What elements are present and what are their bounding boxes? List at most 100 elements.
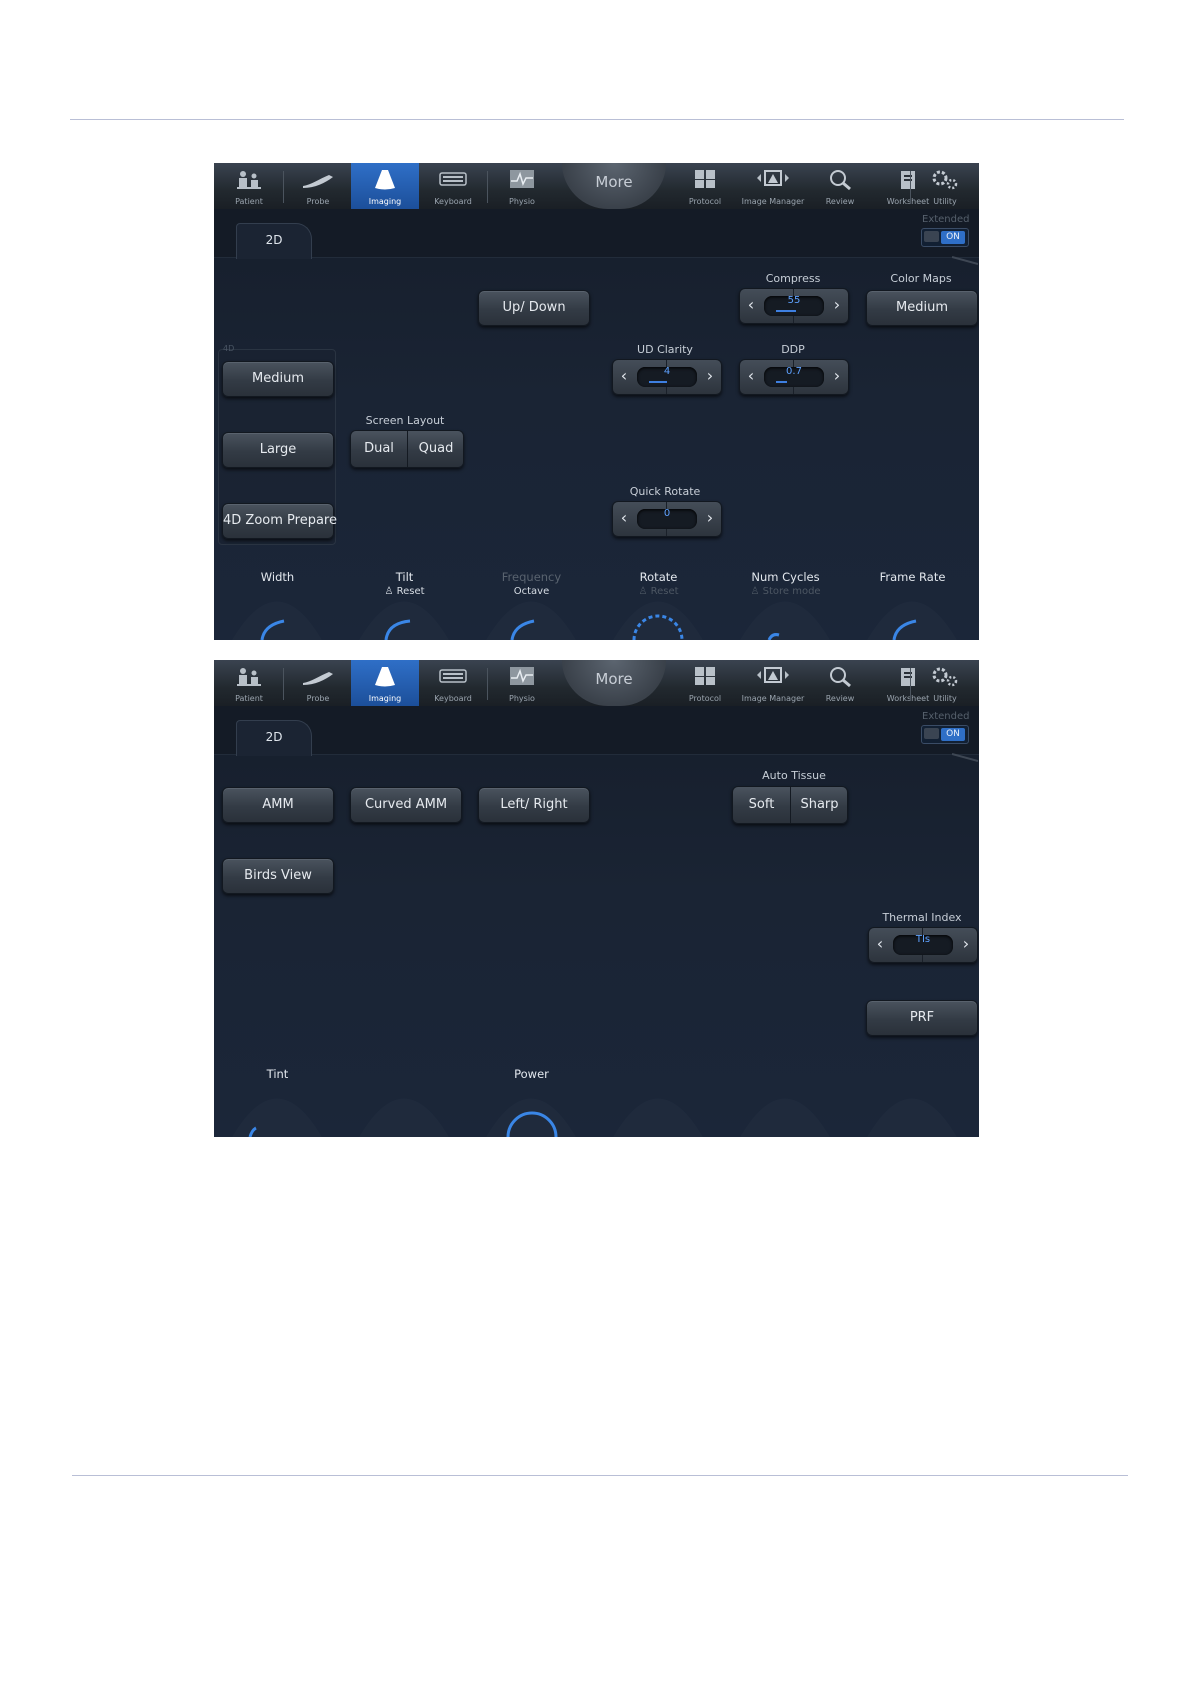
thermal-index-value: TIs [915, 934, 931, 945]
nav-label: Utility [933, 197, 957, 206]
nav-label: Image Manager [741, 694, 805, 703]
review-icon [830, 667, 851, 688]
knob-power-well [486, 1098, 576, 1137]
nav-label: Physio [509, 694, 535, 703]
chevron-left-icon[interactable]: ‹ [871, 928, 889, 962]
physio-icon [510, 170, 534, 188]
more-label: More [595, 173, 633, 191]
more-button[interactable]: More [562, 163, 666, 209]
nav-probe[interactable]: Probe [284, 163, 352, 209]
nav-probe[interactable]: Probe [284, 660, 352, 706]
nav-review[interactable]: Review [806, 163, 874, 209]
nav-label: Probe [306, 694, 330, 703]
nav-patient[interactable]: Patient [215, 660, 283, 706]
toggle-state: ON [941, 231, 965, 244]
color-maps-button[interactable]: Medium [866, 290, 978, 326]
nav-protocol[interactable]: Protocol [671, 163, 739, 209]
prf-button[interactable]: PRF [866, 1000, 978, 1036]
corner-probe-icon [952, 256, 978, 265]
knob-arcs [232, 601, 957, 640]
thermal-index-stepper[interactable]: ‹ TIs › [868, 927, 978, 963]
screen-layout-toggle[interactable]: Dual Quad [350, 430, 464, 468]
knob-2-well [359, 1098, 449, 1137]
quick-rotate-label: Quick Rotate [629, 485, 701, 498]
nav-utility[interactable]: Utility [911, 660, 979, 706]
nav-patient[interactable]: Patient [215, 163, 283, 209]
soft-option[interactable]: Soft [733, 787, 790, 823]
chevron-right-icon[interactable]: › [828, 360, 846, 394]
quick-rotate-stepper[interactable]: ‹ 0 › [612, 501, 722, 537]
chevron-left-icon[interactable]: ‹ [615, 502, 633, 536]
amm-button[interactable]: AMM [222, 787, 334, 823]
nav-label: Keyboard [434, 197, 472, 206]
ddp-stepper[interactable]: ‹ 0.7 › [739, 359, 849, 395]
dual-option[interactable]: Dual [351, 431, 407, 467]
touch-panel-screen-1: Patient Probe Imaging Keyboard Physio Mo… [214, 163, 979, 640]
auto-tissue-label: Auto Tissue [762, 769, 826, 782]
nav-protocol[interactable]: Protocol [671, 660, 739, 706]
color-maps-label: Color Maps [890, 272, 952, 285]
ud-clarity-label: UD Clarity [637, 343, 693, 356]
chevron-right-icon[interactable]: › [828, 289, 846, 323]
large-button[interactable]: Large [222, 432, 334, 468]
4d-zoom-prepare-button[interactable]: 4D Zoom Prepare [222, 503, 337, 539]
extended-toggle[interactable]: ON [921, 725, 969, 744]
nav-physio[interactable]: Physio [488, 163, 556, 209]
nav-label: Protocol [688, 197, 722, 206]
medium-button[interactable]: Medium [222, 361, 334, 397]
chevron-right-icon[interactable]: › [957, 928, 975, 962]
nav-physio[interactable]: Physio [488, 660, 556, 706]
physio-icon [510, 667, 534, 685]
ddp-value: 0.7 [786, 366, 802, 377]
compress-stepper[interactable]: ‹ 55 › [739, 288, 849, 324]
nav-image-manager[interactable]: Image Manager [739, 163, 807, 209]
nav-keyboard[interactable]: Keyboard [419, 660, 487, 706]
panel-tag: 4D [223, 344, 235, 353]
left-right-button[interactable]: Left/ Right [478, 787, 590, 823]
stepper-value-window: 0.7 [764, 366, 824, 387]
nav-utility[interactable]: Utility [911, 163, 979, 209]
imaging-icon [375, 170, 395, 190]
top-nav-bar: Patient Probe Imaging Keyboard Physio Mo… [214, 163, 979, 210]
nav-label: Review [825, 694, 855, 703]
touch-panel-screen-2: Patient Probe Imaging Keyboard Physio Mo… [214, 660, 979, 1137]
auto-tissue-toggle[interactable]: Soft Sharp [732, 786, 848, 824]
curved-amm-button[interactable]: Curved AMM [350, 787, 462, 823]
chevron-right-icon[interactable]: › [701, 502, 719, 536]
compress-value: 55 [787, 295, 801, 306]
knob-6-well [867, 1098, 957, 1137]
probe-icon [303, 175, 333, 188]
nav-keyboard[interactable]: Keyboard [419, 163, 487, 209]
ud-clarity-stepper[interactable]: ‹ 4 › [612, 359, 722, 395]
chevron-left-icon[interactable]: ‹ [742, 360, 760, 394]
up-down-button[interactable]: Up/ Down [478, 290, 590, 326]
toggle-knob [924, 231, 939, 242]
chevron-left-icon[interactable]: ‹ [615, 360, 633, 394]
header-rule [70, 119, 1124, 120]
image-manager-icon [757, 667, 789, 683]
chevron-left-icon[interactable]: ‹ [742, 289, 760, 323]
birds-view-button[interactable]: Birds View [222, 858, 334, 894]
knob-4-well [613, 1098, 703, 1137]
nav-label: Patient [235, 694, 263, 703]
chevron-right-icon[interactable]: › [701, 360, 719, 394]
nav-image-manager[interactable]: Image Manager [739, 660, 807, 706]
nav-imaging[interactable]: Imaging [351, 660, 419, 706]
extended-toggle[interactable]: ON [921, 228, 969, 247]
nav-label: Review [825, 197, 855, 206]
nav-imaging[interactable]: Imaging [351, 163, 419, 209]
nav-review[interactable]: Review [806, 660, 874, 706]
tab-2d[interactable]: 2D [236, 720, 312, 756]
toggle-knob [924, 728, 939, 739]
extended-label: Extended [922, 711, 970, 722]
utility-icon [932, 667, 958, 687]
nav-label: Image Manager [741, 197, 805, 206]
imaging-icon [375, 667, 395, 687]
image-manager-icon [757, 170, 789, 186]
more-button[interactable]: More [562, 660, 666, 706]
tab-2d[interactable]: 2D [236, 223, 312, 259]
stepper-value-window: TIs [893, 934, 953, 955]
quad-option[interactable]: Quad [407, 431, 463, 467]
sharp-option[interactable]: Sharp [790, 787, 847, 823]
tab-strip: 2D [214, 706, 979, 756]
